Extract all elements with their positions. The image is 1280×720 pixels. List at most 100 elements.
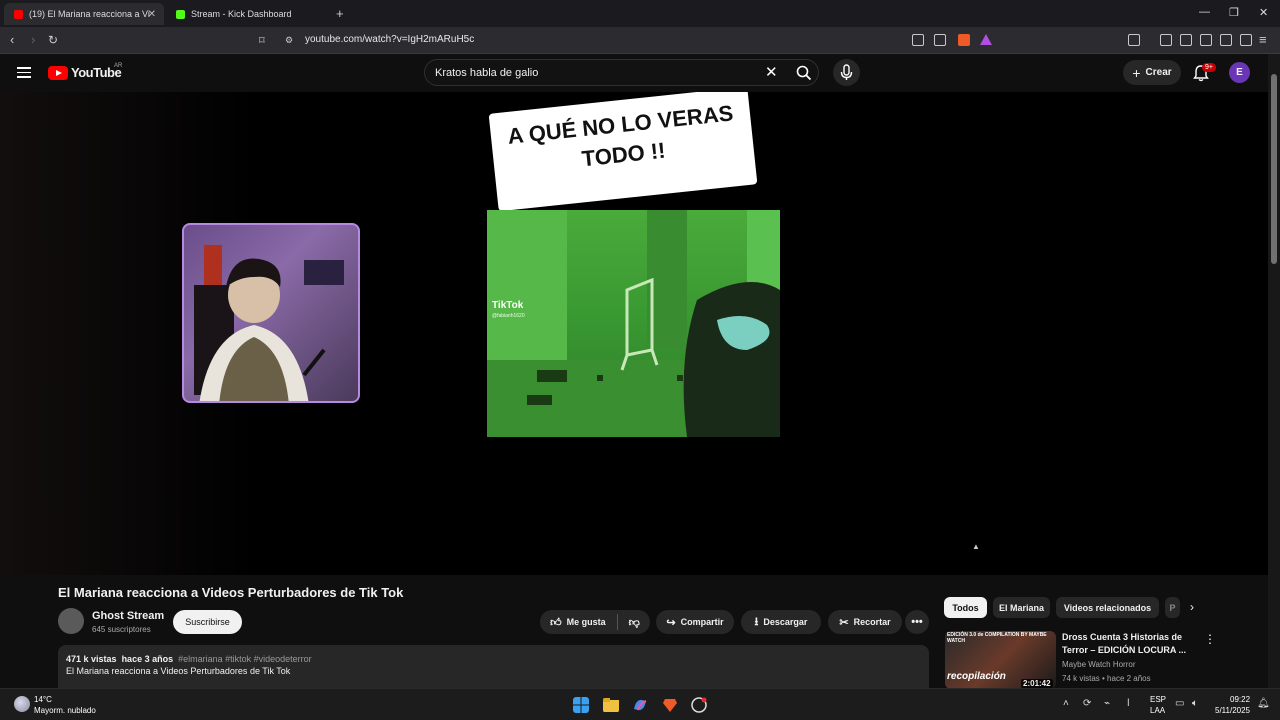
tiktok-clip: TikTok @fabianh1620 xyxy=(487,210,780,437)
clip-label: Recortar xyxy=(853,617,891,627)
back-icon[interactable]: ‹ xyxy=(10,32,14,47)
window-close-icon[interactable]: ✕ xyxy=(1259,6,1268,19)
leo-ai-icon[interactable] xyxy=(1220,34,1232,46)
minimize-icon[interactable]: — xyxy=(1199,6,1210,18)
clear-search-icon[interactable]: ✕ xyxy=(765,63,778,81)
new-tab-icon[interactable]: + xyxy=(336,6,344,21)
weather-temperature[interactable]: 14°C xyxy=(34,695,52,704)
tiktok-handle: @fabianh1620 xyxy=(492,313,525,319)
clock-time[interactable]: 09:22 xyxy=(1230,695,1250,704)
notification-center-icon[interactable]: 🔔︎ xyxy=(1257,698,1270,709)
chip-videos-relacionados[interactable]: Videos relacionados xyxy=(1056,597,1159,618)
download-label: Descargar xyxy=(763,617,808,627)
brave-shields-icon[interactable] xyxy=(958,34,970,46)
vpn-icon[interactable] xyxy=(1240,34,1252,46)
clock-date[interactable]: 5/11/2025 xyxy=(1215,706,1250,715)
weather-description[interactable]: Mayorm. nublado xyxy=(34,706,96,715)
tab-close-icon[interactable]: ✕ xyxy=(148,9,156,20)
network-tray-icon[interactable]: ⌁ xyxy=(1104,698,1110,709)
subscribe-button[interactable]: Suscribirse xyxy=(173,610,242,634)
youtube-favicon-icon xyxy=(14,9,23,19)
site-settings-icon[interactable]: ⚙ xyxy=(285,35,293,46)
create-button[interactable]: + Crear xyxy=(1123,60,1181,85)
page-scrollbar[interactable] xyxy=(1268,54,1280,688)
file-explorer-icon[interactable] xyxy=(603,697,619,713)
weather-cloud-icon[interactable] xyxy=(14,696,30,712)
share-page-icon[interactable] xyxy=(934,34,946,46)
microphone-icon xyxy=(840,64,853,80)
cast-icon[interactable] xyxy=(912,34,924,46)
display-tray-icon[interactable]: ▭ xyxy=(1175,698,1184,709)
volume-icon[interactable]: 🔈︎ xyxy=(1192,698,1198,709)
chevron-right-icon[interactable]: › xyxy=(1190,600,1194,614)
recommendation-meta: 74 k vistas • hace 2 años xyxy=(1062,674,1151,683)
recommendation-channel[interactable]: Maybe Watch Horror xyxy=(1062,660,1136,669)
copilot-icon[interactable] xyxy=(632,697,648,713)
scissors-icon: ✂ xyxy=(839,616,849,629)
windows-start-icon[interactable] xyxy=(573,697,589,713)
plus-icon: + xyxy=(1132,64,1141,81)
brave-browser-icon[interactable] xyxy=(662,697,678,713)
obs-icon[interactable] xyxy=(691,697,707,713)
chip-partial[interactable]: P xyxy=(1165,597,1180,618)
more-horizontal-icon: ••• xyxy=(911,616,923,628)
webcam-scene xyxy=(194,245,344,401)
download-button[interactable]: ⭳ Descargar xyxy=(741,610,821,634)
extensions-icon[interactable] xyxy=(1128,34,1140,46)
recommendation-title[interactable]: Dross Cuenta 3 Historias de Terror – EDI… xyxy=(1062,631,1197,657)
menu-icon[interactable]: ≡ xyxy=(1259,32,1267,47)
description-text: El Mariana reacciona a Videos Perturbado… xyxy=(66,666,291,676)
search-box[interactable]: Kratos habla de galio ✕ xyxy=(424,59,819,86)
tab-kick-dashboard[interactable]: Stream - Kick Dashboard xyxy=(166,3,330,25)
youtube-logo[interactable]: YouTube xyxy=(48,65,122,80)
tab-youtube[interactable]: (19) El Mariana reacciona a Vi ✕ xyxy=(4,3,164,25)
share-button[interactable]: ↪ Compartir xyxy=(656,610,734,634)
bookmark-icon[interactable]: ⌑ xyxy=(259,34,265,47)
reload-icon[interactable]: ↻ xyxy=(48,33,58,47)
chip-todos[interactable]: Todos xyxy=(944,597,987,618)
dislike-button[interactable]: 👎︎ xyxy=(629,616,640,629)
hamburger-menu-icon[interactable] xyxy=(17,67,31,78)
tray-chevron-up-icon[interactable]: ˄ xyxy=(1063,698,1069,709)
input-language[interactable]: ESP xyxy=(1150,695,1166,704)
input-layout[interactable]: LAA xyxy=(1150,706,1165,715)
more-actions-button[interactable]: ••• xyxy=(905,610,929,634)
thumbnail-word: recopilación xyxy=(947,671,1006,682)
download-icon: ⭳ xyxy=(754,615,759,628)
hashtags[interactable]: #elmariana #tiktok #videodeterror xyxy=(178,654,312,664)
mic-tray-icon[interactable]: ǀ xyxy=(1127,698,1130,709)
share-icon: ↪ xyxy=(666,616,676,629)
clip-button[interactable]: ✂ Recortar xyxy=(828,610,902,634)
address-bar[interactable]: youtube.com/watch?v=IgH2mARuH5c xyxy=(305,34,474,45)
thumbs-down-icon: 👎︎ xyxy=(628,616,640,629)
wallet-icon[interactable] xyxy=(1200,34,1212,46)
description-box[interactable]: 471 k vistas hace 3 años #elmariana #tik… xyxy=(58,645,929,690)
video-duration: 2:01:42 xyxy=(1021,679,1053,688)
scrollbar-thumb[interactable] xyxy=(1271,74,1277,264)
chip-el-mariana[interactable]: El Mariana xyxy=(993,597,1050,618)
like-button[interactable]: 👍︎ Me gusta xyxy=(550,616,606,629)
sidebar-icon[interactable] xyxy=(1180,34,1192,46)
maximize-icon[interactable]: ❐ xyxy=(1229,6,1239,19)
channel-name[interactable]: Ghost Stream xyxy=(92,610,164,622)
video-player[interactable]: A QUÉ NO LO VERAS TODO !! TikTok @fabian… xyxy=(0,92,1268,575)
browser-toolbar: ‹ › ↻ ⌑ ⚙ youtube.com/watch?v=IgH2mARuH5… xyxy=(0,27,1280,54)
view-count: 471 k vistas xyxy=(66,654,117,664)
like-label: Me gusta xyxy=(566,617,606,627)
clip-scene xyxy=(487,210,780,437)
search-icon[interactable] xyxy=(796,65,812,81)
channel-avatar[interactable] xyxy=(58,608,84,634)
browser-tab-bar: (19) El Mariana reacciona a Vi ✕ Stream … xyxy=(0,0,1280,27)
overlay-banner: A QUÉ NO LO VERAS TODO !! xyxy=(488,92,758,212)
avatar-letter: E xyxy=(1236,67,1243,78)
voice-search-button[interactable] xyxy=(833,59,860,86)
brave-rewards-icon[interactable] xyxy=(980,34,992,45)
media-icon[interactable] xyxy=(1160,34,1172,46)
search-input[interactable]: Kratos habla de galio xyxy=(435,67,538,79)
tiktok-watermark: TikTok xyxy=(492,300,524,311)
description-stats: 471 k vistas hace 3 años #elmariana #tik… xyxy=(66,654,312,664)
forward-icon[interactable]: › xyxy=(31,32,35,47)
more-vertical-icon[interactable]: ⋮ xyxy=(1204,632,1216,646)
account-avatar[interactable]: E xyxy=(1229,62,1250,83)
sync-icon[interactable]: ⟳ xyxy=(1083,698,1091,709)
